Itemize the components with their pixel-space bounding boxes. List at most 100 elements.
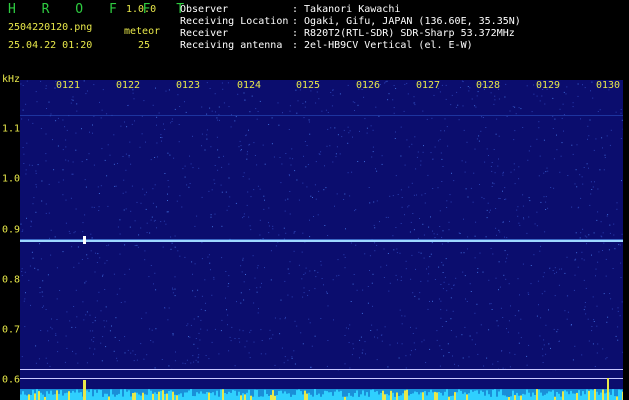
noise-speck [613,234,615,236]
noise-speck [153,220,155,222]
noise-speck [577,266,579,268]
noise-speck [303,117,305,119]
noise-speck [113,134,115,136]
noise-speck [603,242,605,244]
noise-speck [197,361,199,363]
spectrum-bar [232,390,234,400]
noise-speck [508,283,510,285]
noise-speck [509,220,510,222]
noise-speck [165,223,167,225]
noise-speck [617,326,619,328]
noise-speck [593,149,595,151]
noise-speck [284,199,286,201]
spectrum-bar [202,393,204,400]
noise-speck [113,350,115,352]
spectrum-bar [64,393,66,400]
spectrum-bar [574,393,576,400]
spectrum-bar [566,391,568,400]
noise-speck [605,275,607,277]
noise-speck [250,229,252,231]
spectrum-bar [50,390,52,400]
noise-speck [227,314,229,316]
noise-speck [113,163,115,165]
spectrum-bar [286,393,288,400]
noise-speck [288,174,290,176]
noise-speck [405,355,407,357]
spectrum-bar [438,392,440,400]
spectrum-bar [116,394,118,400]
noise-speck [152,341,154,343]
noise-speck [302,102,304,104]
noise-speck [442,230,444,232]
noise-speck [443,355,445,357]
noise-speck [514,315,516,317]
noise-speck [303,274,305,275]
noise-speck [561,142,563,144]
time-tick-label: 0123 [175,80,201,91]
noise-speck [252,255,254,257]
noise-speck [539,155,541,157]
spectrum-bar [92,396,94,400]
noise-speck [621,233,623,235]
noise-speck [228,163,230,165]
noise-speck [515,113,517,115]
noise-speck [124,336,126,338]
spectrum-bar [332,395,334,400]
noise-speck [523,218,525,220]
time-tick-label: 0122 [115,80,141,91]
noise-speck [315,161,317,163]
spectrum-bar [316,394,318,400]
spectrum-bar [510,396,512,400]
noise-speck [242,259,244,261]
noise-speck [100,185,102,187]
spectrum-bar [446,389,448,400]
noise-speck [157,156,158,158]
noise-speck [368,187,370,188]
spectrum-bar [486,390,488,400]
time-tick-label: 0125 [295,80,321,91]
noise-speck [609,144,611,146]
noise-speck [201,106,203,108]
spectrum-bar [526,389,528,400]
noise-speck [196,215,198,217]
noise-speck [193,343,195,345]
noise-speck [440,309,442,311]
spectrum-bar [178,394,180,400]
noise-speck [172,333,174,335]
noise-speck [47,274,49,276]
noise-speck [144,259,146,261]
noise-speck [502,190,503,192]
noise-speck [49,365,51,367]
noise-speck [584,302,586,303]
noise-speck [289,175,290,177]
noise-speck [414,102,416,104]
noise-speck [576,186,578,188]
noise-speck [143,358,145,360]
noise-speck [114,336,116,338]
noise-speck [434,237,436,238]
noise-speck [30,304,31,306]
noise-speck [98,193,100,194]
spectrum-bar [362,390,364,400]
noise-speck [348,328,349,330]
noise-speck [235,202,237,204]
noise-speck [274,364,276,366]
noise-speck [75,149,77,151]
noise-speck [488,155,489,156]
noise-speck [353,274,355,275]
noise-speck [92,322,94,324]
noise-speck [221,225,223,227]
noise-speck [246,158,248,160]
noise-speck [42,280,44,282]
noise-speck [227,324,228,326]
noise-speck [495,133,497,135]
noise-speck [26,217,27,219]
noise-speck [351,354,353,356]
noise-speck [34,267,36,269]
noise-speck [98,206,100,208]
noise-speck [360,336,362,338]
noise-speck [531,111,533,113]
noise-speck [284,318,286,320]
noise-speck [474,105,476,107]
noise-speck [151,329,153,331]
